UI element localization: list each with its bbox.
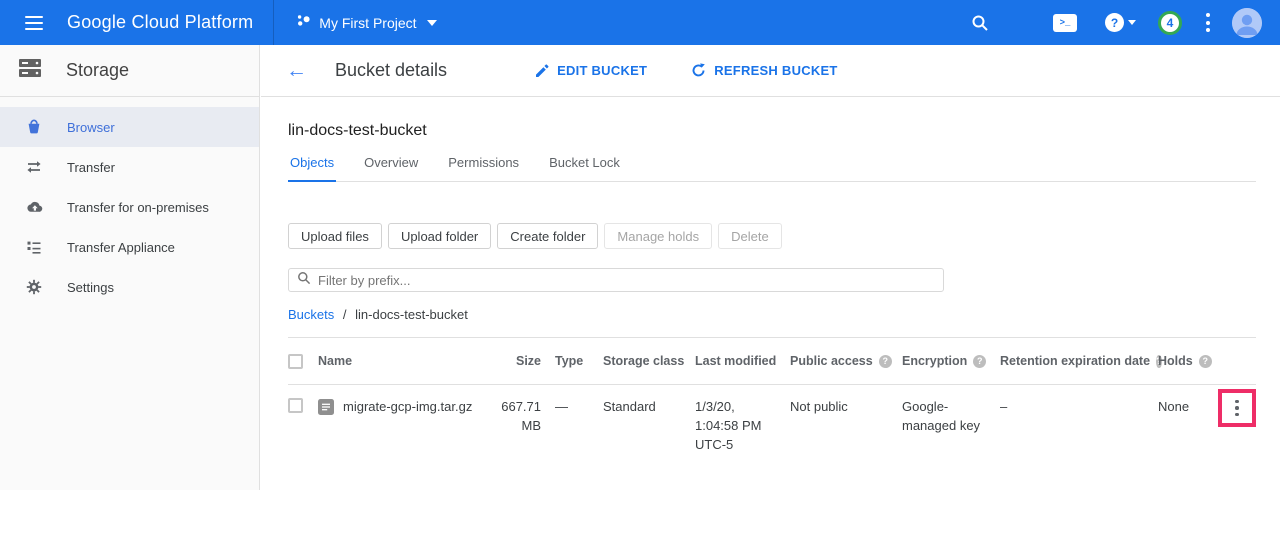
- cell-retention-expiration-date: –: [1000, 398, 1158, 417]
- breadcrumb-buckets-link[interactable]: Buckets: [288, 307, 334, 322]
- column-header-holds: Holds ?: [1158, 354, 1220, 368]
- product-name[interactable]: Google Cloud Platform: [67, 12, 253, 33]
- hamburger-menu-icon[interactable]: [25, 16, 43, 30]
- sidebar-item-label: Transfer for on-premises: [67, 200, 209, 215]
- refresh-bucket-button[interactable]: REFRESH BUCKET: [691, 63, 837, 78]
- filter-input[interactable]: [318, 273, 935, 288]
- sidebar-item-transfer-on-premises[interactable]: Transfer for on-premises: [0, 187, 259, 227]
- edit-bucket-button[interactable]: EDIT BUCKET: [535, 63, 647, 78]
- column-header-type: Type: [555, 354, 603, 368]
- project-name: My First Project: [319, 15, 416, 31]
- chevron-down-icon: [1128, 20, 1136, 25]
- cell-size: 667.71 MB: [493, 398, 555, 436]
- column-header-name: Name: [318, 354, 493, 368]
- cell-encryption: Google-managed key: [902, 398, 1000, 436]
- avatar[interactable]: [1232, 8, 1262, 38]
- storage-product-icon: [18, 58, 42, 83]
- bucket-name: lin-docs-test-bucket: [288, 122, 1256, 140]
- delete-button: Delete: [718, 223, 782, 249]
- sidebar-item-label: Transfer: [67, 160, 115, 175]
- breadcrumb-separator: /: [343, 307, 347, 322]
- notifications-badge[interactable]: 4: [1158, 11, 1182, 35]
- help-icon[interactable]: ?: [879, 355, 892, 368]
- tab-bucket-lock[interactable]: Bucket Lock: [547, 155, 622, 182]
- gear-icon: [25, 279, 43, 295]
- breadcrumb-current: lin-docs-test-bucket: [355, 307, 468, 322]
- create-folder-button[interactable]: Create folder: [497, 223, 598, 249]
- row-checkbox[interactable]: [288, 398, 303, 413]
- row-overflow-menu-icon[interactable]: [1235, 399, 1239, 418]
- sidebar-item-label: Transfer Appliance: [67, 240, 175, 255]
- object-file-icon: [318, 399, 334, 415]
- action-button-row: Upload files Upload folder Create folder…: [288, 223, 1256, 249]
- back-arrow-icon[interactable]: ←: [286, 60, 307, 81]
- help-menu[interactable]: ?: [1105, 13, 1136, 32]
- page-title: Bucket details: [335, 60, 447, 81]
- edit-bucket-label: EDIT BUCKET: [557, 63, 647, 78]
- table-row: migrate-gcp-img.tar.gz 667.71 MB — Stand…: [288, 385, 1256, 455]
- cell-last-modified: 1/3/20, 1:04:58 PM UTC-5: [695, 398, 790, 455]
- sidebar: Storage Browser Transfer: [0, 45, 260, 490]
- tab-objects[interactable]: Objects: [288, 155, 336, 182]
- tab-overview[interactable]: Overview: [362, 155, 420, 182]
- appliance-list-icon: [25, 239, 43, 255]
- breadcrumb: Buckets / lin-docs-test-bucket: [288, 307, 1256, 322]
- column-header-retention-expiration-date: Retention expiration date ?: [1000, 354, 1158, 368]
- upload-folder-button[interactable]: Upload folder: [388, 223, 491, 249]
- objects-table: Name Size Type Storage class Last modifi…: [288, 338, 1256, 455]
- search-icon[interactable]: [971, 14, 989, 32]
- page-header: ← Bucket details EDIT BUCKET REFRESH BUC…: [261, 45, 1280, 97]
- cell-public-access: Not public: [790, 398, 902, 417]
- project-icon: [296, 13, 311, 33]
- topbar-divider: [273, 0, 274, 45]
- chevron-down-icon: [427, 20, 437, 26]
- transfer-arrows-icon: [25, 159, 43, 175]
- help-icon[interactable]: ?: [973, 355, 986, 368]
- annotation-highlight: [1218, 389, 1256, 427]
- column-header-storage-class: Storage class: [603, 354, 695, 368]
- sidebar-nav: Browser Transfer Transfer for on-premise…: [0, 97, 259, 307]
- bucket-details-panel: lin-docs-test-bucket Objects Overview Pe…: [261, 98, 1280, 534]
- help-icon: ?: [1105, 13, 1124, 32]
- sidebar-item-transfer-appliance[interactable]: Transfer Appliance: [0, 227, 259, 267]
- refresh-bucket-label: REFRESH BUCKET: [714, 63, 837, 78]
- manage-holds-button: Manage holds: [604, 223, 712, 249]
- cloud-shell-icon[interactable]: >_: [1053, 14, 1077, 32]
- help-icon[interactable]: ?: [1199, 355, 1212, 368]
- sidebar-item-browser[interactable]: Browser: [0, 107, 259, 147]
- upload-files-button[interactable]: Upload files: [288, 223, 382, 249]
- cell-type: —: [555, 398, 603, 417]
- sidebar-item-label: Browser: [67, 120, 115, 135]
- cloud-upload-icon: [25, 200, 43, 214]
- sidebar-item-label: Settings: [67, 280, 114, 295]
- tab-permissions[interactable]: Permissions: [446, 155, 521, 182]
- cell-holds: None: [1158, 398, 1220, 417]
- bucket-icon: [25, 119, 43, 135]
- column-header-public-access: Public access ?: [790, 354, 902, 368]
- sidebar-item-transfer[interactable]: Transfer: [0, 147, 259, 187]
- table-header-row: Name Size Type Storage class Last modifi…: [288, 338, 1256, 385]
- sidebar-item-settings[interactable]: Settings: [0, 267, 259, 307]
- column-header-encryption: Encryption ?: [902, 354, 1000, 368]
- select-all-checkbox[interactable]: [288, 354, 303, 369]
- more-options-icon[interactable]: [1206, 12, 1210, 34]
- column-header-size: Size: [493, 354, 555, 368]
- filter-input-container: [288, 268, 944, 292]
- project-selector[interactable]: My First Project: [296, 13, 436, 33]
- search-icon: [297, 271, 311, 290]
- sidebar-header: Storage: [0, 45, 259, 97]
- object-name-link[interactable]: migrate-gcp-img.tar.gz: [343, 398, 472, 417]
- sidebar-title: Storage: [66, 60, 129, 81]
- cell-storage-class: Standard: [603, 398, 695, 417]
- column-header-last-modified: Last modified: [695, 354, 790, 368]
- pencil-icon: [535, 64, 549, 78]
- refresh-icon: [691, 63, 706, 78]
- top-bar: Google Cloud Platform My First Project >…: [0, 0, 1280, 45]
- tab-bar: Objects Overview Permissions Bucket Lock: [288, 155, 1256, 182]
